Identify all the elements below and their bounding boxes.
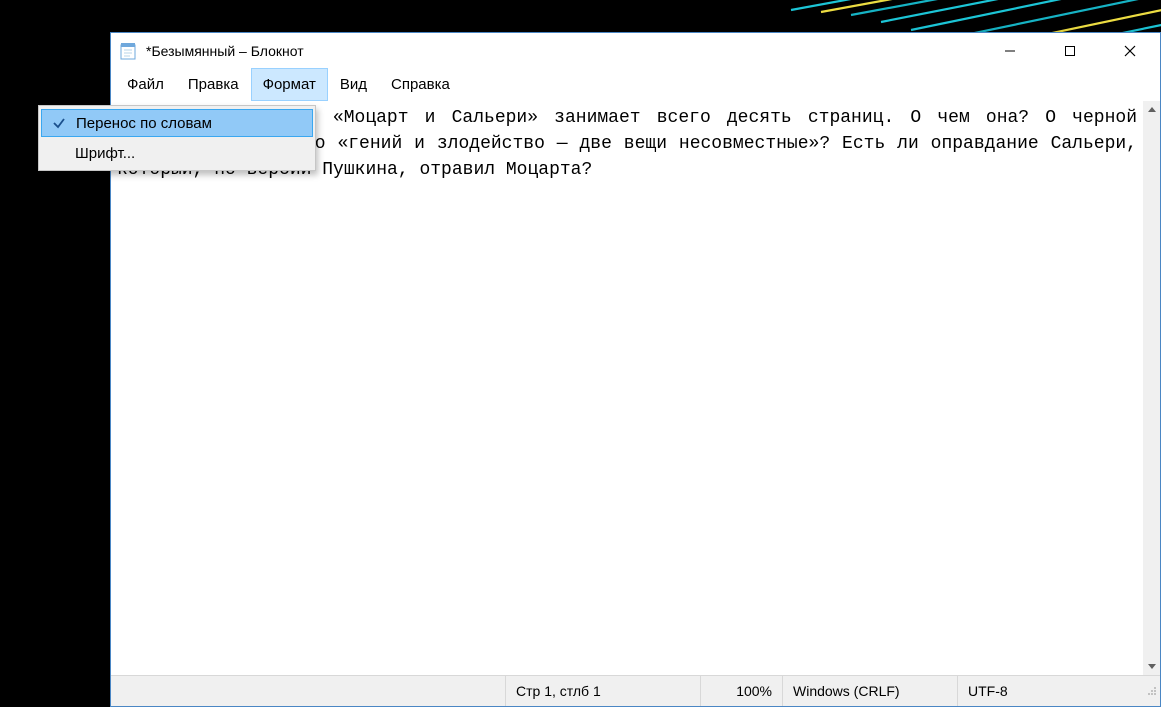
editor-area: Маленькая трагедия «Моцарт и Сальери» за… (111, 101, 1160, 675)
menu-edit[interactable]: Правка (176, 68, 251, 101)
window-title: *Безымянный – Блокнот (146, 43, 980, 59)
minimize-icon (1004, 45, 1016, 57)
status-zoom: 100% (700, 676, 782, 706)
scroll-up-button[interactable] (1143, 101, 1160, 118)
menu-view[interactable]: Вид (328, 68, 379, 101)
menu-file[interactable]: Файл (115, 68, 176, 101)
chevron-down-icon (1148, 664, 1156, 669)
dropdown-word-wrap[interactable]: Перенос по словам (41, 109, 313, 137)
resize-grip[interactable] (1142, 683, 1160, 699)
dropdown-font[interactable]: Шрифт... (41, 138, 313, 168)
chevron-up-icon (1148, 107, 1156, 112)
maximize-button[interactable] (1040, 33, 1100, 68)
scroll-track[interactable] (1143, 118, 1160, 658)
minimize-button[interactable] (980, 33, 1040, 68)
status-position: Стр 1, стлб 1 (505, 676, 700, 706)
format-dropdown: Перенос по словам Шрифт... (38, 105, 316, 171)
resize-grip-icon (1147, 686, 1157, 696)
close-icon (1124, 45, 1136, 57)
close-button[interactable] (1100, 33, 1160, 68)
status-bar: Стр 1, стлб 1 100% Windows (CRLF) UTF-8 (111, 675, 1160, 706)
maximize-icon (1064, 45, 1076, 57)
menu-format[interactable]: Формат (251, 68, 328, 101)
menu-bar: Файл Правка Формат Вид Справка (111, 68, 1160, 101)
vertical-scrollbar[interactable] (1143, 101, 1160, 675)
status-line-ending: Windows (CRLF) (782, 676, 957, 706)
check-icon (42, 116, 76, 130)
status-encoding: UTF-8 (957, 676, 1142, 706)
text-editor[interactable]: Маленькая трагедия «Моцарт и Сальери» за… (111, 101, 1143, 675)
scroll-down-button[interactable] (1143, 658, 1160, 675)
dropdown-item-label: Перенос по словам (76, 115, 302, 132)
notepad-icon (119, 42, 137, 60)
menu-help[interactable]: Справка (379, 68, 462, 101)
window-controls (980, 33, 1160, 68)
dropdown-item-label: Шрифт... (75, 145, 303, 162)
title-bar[interactable]: *Безымянный – Блокнот (111, 33, 1160, 68)
